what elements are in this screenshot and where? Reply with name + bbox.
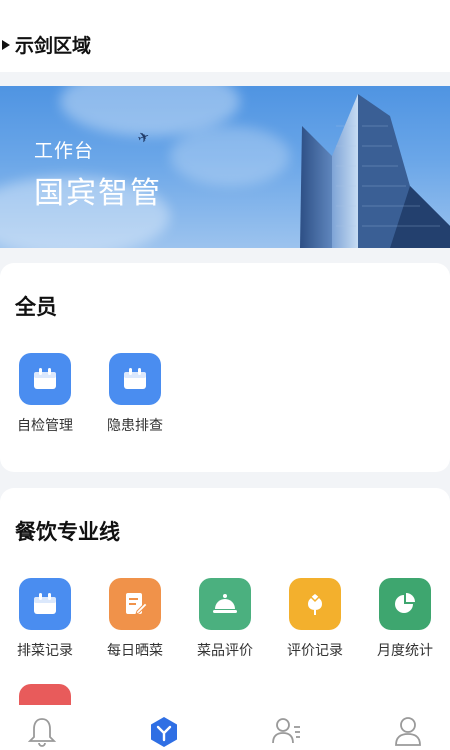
banner-title: 国宾智管 <box>34 176 162 211</box>
flower-icon <box>289 578 341 630</box>
pie-chart-icon <box>379 578 431 630</box>
calendar-icon <box>109 353 161 405</box>
area-selector[interactable]: 示剑区域 <box>2 31 91 58</box>
tile-label: 排菜记录 <box>17 643 73 659</box>
food-cloche-icon <box>199 578 251 630</box>
area-selector-label: 示剑区域 <box>15 35 92 57</box>
user-icon <box>395 717 421 746</box>
banner-subtitle: 工作台 <box>34 140 95 162</box>
section-title: 餐饮专业线 <box>15 520 120 544</box>
triangle-right-icon <box>2 39 10 50</box>
tile-label: 每日晒菜 <box>107 643 163 659</box>
tile-daily-dishes[interactable]: 每日晒菜 <box>95 578 175 660</box>
tile-review-record[interactable]: 评价记录 <box>275 578 355 660</box>
calendar-icon <box>19 578 71 630</box>
tile-label: 月度统计 <box>377 643 433 659</box>
top-bar: 示剑区域 <box>0 0 450 72</box>
contacts-icon <box>272 718 300 744</box>
tile-hazard-check[interactable]: 隐患排查 <box>95 353 175 435</box>
tab-profile[interactable] <box>388 715 428 750</box>
building-illustration <box>300 94 450 248</box>
tile-dish-review[interactable]: 菜品评价 <box>185 578 265 660</box>
tile-label: 隐患排查 <box>107 418 163 434</box>
bottom-tab-bar <box>0 705 450 750</box>
tile-menu-record[interactable]: 排菜记录 <box>5 578 85 660</box>
tile-self-check[interactable]: 自检管理 <box>5 353 85 435</box>
document-edit-icon <box>109 578 161 630</box>
tab-contacts[interactable] <box>266 715 306 750</box>
section-title: 全员 <box>15 295 57 319</box>
tile-label: 菜品评价 <box>197 643 253 659</box>
tab-notifications[interactable] <box>22 715 62 750</box>
banner[interactable]: ✈ 工作台 国宾智管 <box>0 86 450 248</box>
section-all-staff: 全员 自检管理 隐患排查 <box>0 263 450 472</box>
tile-label: 自检管理 <box>17 418 73 434</box>
workbench-icon <box>151 717 177 747</box>
calendar-icon <box>19 353 71 405</box>
bell-icon <box>27 718 57 747</box>
tile-monthly-stats[interactable]: 月度统计 <box>365 578 445 660</box>
tile-label: 评价记录 <box>287 643 343 659</box>
tab-workbench[interactable] <box>144 715 184 750</box>
